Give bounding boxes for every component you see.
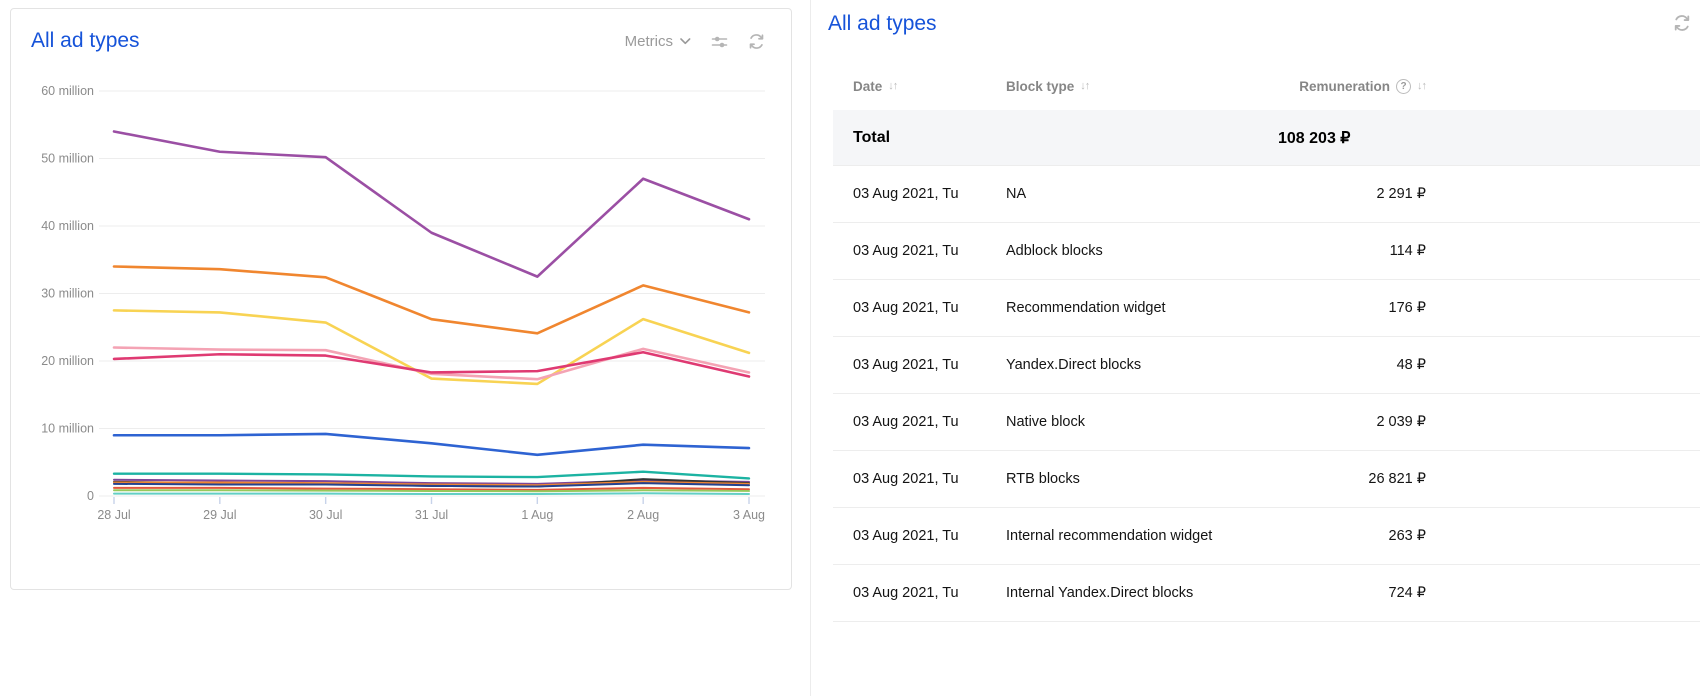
- table-row: 03 Aug 2021, TuNative block2 039 ₽: [833, 394, 1700, 451]
- series-line-green: [114, 490, 749, 491]
- column-header-date[interactable]: Date ↓↑: [853, 79, 1006, 94]
- x-axis-tick-label: 28 Jul: [97, 508, 130, 522]
- total-value: 108 203 ₽: [1278, 128, 1426, 148]
- y-axis-tick-label: 50 million: [41, 152, 94, 166]
- block-type-cell: Internal recommendation widget: [1006, 528, 1278, 544]
- block-type-cell: NA: [1006, 186, 1278, 202]
- table-row: 03 Aug 2021, TuRTB blocks26 821 ₽: [833, 451, 1700, 508]
- sort-icon: ↓↑: [1417, 80, 1426, 92]
- metrics-dropdown-label: Metrics: [625, 33, 673, 50]
- date-cell: 03 Aug 2021, Tu: [853, 300, 1006, 316]
- series-line-crimson: [114, 352, 749, 376]
- table-row: 03 Aug 2021, TuRecommendation widget176 …: [833, 280, 1700, 337]
- x-axis-tick-label: 29 Jul: [203, 508, 236, 522]
- column-header-block-type[interactable]: Block type ↓↑: [1006, 79, 1278, 94]
- block-type-cell: RTB blocks: [1006, 471, 1278, 487]
- x-axis-tick-label: 31 Jul: [415, 508, 448, 522]
- date-cell: 03 Aug 2021, Tu: [853, 528, 1006, 544]
- table-refresh-button[interactable]: [1673, 14, 1691, 32]
- y-axis-tick-label: 60 million: [41, 84, 94, 98]
- refresh-icon: [1673, 14, 1691, 32]
- chevron-down-icon: [680, 38, 691, 45]
- column-label: Date: [853, 79, 882, 94]
- table-row: 03 Aug 2021, TuInternal Yandex.Direct bl…: [833, 565, 1700, 622]
- x-axis-tick-label: 2 Aug: [627, 508, 659, 522]
- help-icon[interactable]: ?: [1396, 79, 1411, 94]
- block-type-cell: Adblock blocks: [1006, 243, 1278, 259]
- block-type-cell: Internal Yandex.Direct blocks: [1006, 585, 1278, 601]
- chart-panel-title[interactable]: All ad types: [31, 29, 140, 53]
- metrics-dropdown[interactable]: Metrics: [625, 33, 691, 50]
- series-line-blue: [114, 434, 749, 455]
- y-axis-tick-label: 10 million: [41, 422, 94, 436]
- date-cell: 03 Aug 2021, Tu: [853, 471, 1006, 487]
- remuneration-cell: 724 ₽: [1278, 585, 1426, 601]
- sliders-icon: [711, 34, 728, 50]
- chart-settings-button[interactable]: [711, 34, 728, 50]
- date-cell: 03 Aug 2021, Tu: [853, 186, 1006, 202]
- remuneration-cell: 2 291 ₽: [1278, 186, 1426, 202]
- table-row: 03 Aug 2021, TuInternal recommendation w…: [833, 508, 1700, 565]
- sort-icon: ↓↑: [888, 80, 897, 92]
- column-header-remuneration[interactable]: Remuneration ? ↓↑: [1278, 79, 1426, 94]
- column-label: Remuneration: [1299, 79, 1390, 94]
- sort-icon: ↓↑: [1080, 80, 1089, 92]
- series-line-purple: [114, 132, 749, 277]
- refresh-icon: [748, 33, 765, 50]
- block-type-cell: Yandex.Direct blocks: [1006, 357, 1278, 373]
- x-axis-tick-label: 30 Jul: [309, 508, 342, 522]
- remuneration-cell: 263 ₽: [1278, 528, 1426, 544]
- total-label: Total: [853, 129, 1006, 147]
- total-row: Total 108 203 ₽: [833, 110, 1700, 166]
- chart-refresh-button[interactable]: [748, 33, 765, 50]
- series-line-light-pink: [114, 348, 749, 380]
- block-type-cell: Recommendation widget: [1006, 300, 1278, 316]
- series-line-teal: [114, 472, 749, 479]
- chart-panel: All ad types Metrics: [10, 8, 792, 590]
- remuneration-cell: 26 821 ₽: [1278, 471, 1426, 487]
- table-panel: All ad types Date ↓↑ Block type ↓↑ Remun…: [810, 0, 1703, 696]
- y-axis-tick-label: 40 million: [41, 219, 94, 233]
- column-label: Block type: [1006, 79, 1074, 94]
- table-body: 03 Aug 2021, TuNA2 291 ₽03 Aug 2021, TuA…: [833, 166, 1700, 622]
- remuneration-cell: 2 039 ₽: [1278, 414, 1426, 430]
- y-axis-tick-label: 30 million: [41, 287, 94, 301]
- block-type-cell: Native block: [1006, 414, 1278, 430]
- x-axis-tick-label: 3 Aug: [733, 508, 765, 522]
- date-cell: 03 Aug 2021, Tu: [853, 357, 1006, 373]
- table-row: 03 Aug 2021, TuNA2 291 ₽: [833, 166, 1700, 223]
- x-axis-tick-label: 1 Aug: [521, 508, 553, 522]
- date-cell: 03 Aug 2021, Tu: [853, 243, 1006, 259]
- remuneration-cell: 114 ₽: [1278, 243, 1426, 259]
- table-panel-title[interactable]: All ad types: [828, 12, 937, 36]
- table-row: 03 Aug 2021, TuYandex.Direct blocks48 ₽: [833, 337, 1700, 394]
- table-header-row: Date ↓↑ Block type ↓↑ Remuneration ? ↓↑: [833, 62, 1700, 110]
- remuneration-cell: 176 ₽: [1278, 300, 1426, 316]
- date-cell: 03 Aug 2021, Tu: [853, 414, 1006, 430]
- ad-types-line-chart[interactable]: 0 10 million 20 million 30 million 40 millio…: [19, 67, 783, 539]
- y-axis-tick-label: 0: [87, 489, 94, 503]
- date-cell: 03 Aug 2021, Tu: [853, 585, 1006, 601]
- chart-controls: Metrics: [625, 33, 765, 50]
- remuneration-cell: 48 ₽: [1278, 357, 1426, 373]
- remuneration-table: Date ↓↑ Block type ↓↑ Remuneration ? ↓↑ …: [833, 62, 1700, 622]
- chart-panel-header: All ad types Metrics: [11, 9, 791, 65]
- series-line-pale-teal: [114, 493, 749, 494]
- table-row: 03 Aug 2021, TuAdblock blocks114 ₽: [833, 223, 1700, 280]
- y-axis-tick-label: 20 million: [41, 354, 94, 368]
